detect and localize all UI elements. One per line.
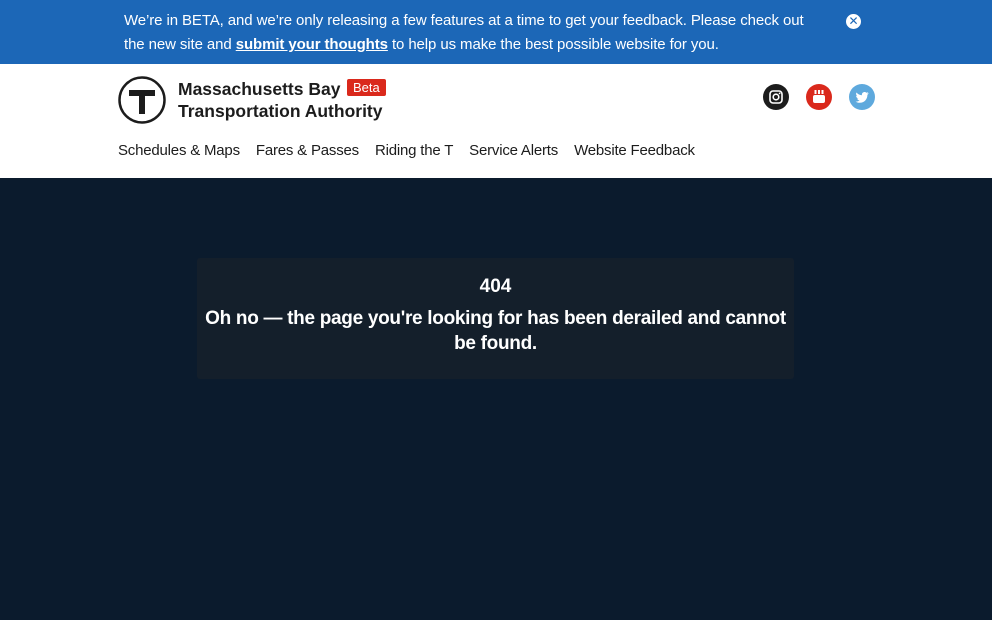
nav-item-service-alerts[interactable]: Service Alerts	[469, 142, 558, 159]
mbta-t-logo-icon	[118, 76, 166, 124]
twitter-icon[interactable]	[849, 84, 875, 110]
youtube-icon[interactable]	[806, 84, 832, 110]
beta-badge: Beta	[347, 79, 386, 96]
nav-item-schedules-maps[interactable]: Schedules & Maps	[118, 142, 240, 159]
site-header: Massachusetts Bay Transportation Authori…	[0, 64, 992, 178]
main-nav: Schedules & Maps Fares & Passes Riding t…	[118, 142, 695, 159]
nav-item-fares-passes[interactable]: Fares & Passes	[256, 142, 359, 159]
beta-banner-text: We’re in BETA, and we’re only releasing …	[124, 9, 804, 57]
home-logo-link[interactable]: Massachusetts Bay Transportation Authori…	[118, 76, 408, 126]
error-card: 404 Oh no — the page you're looking for …	[197, 258, 794, 379]
nav-item-riding-the-t[interactable]: Riding the T	[375, 142, 453, 159]
nav-item-website-feedback[interactable]: Website Feedback	[574, 142, 695, 159]
error-message: Oh no — the page you're looking for has …	[205, 308, 786, 354]
submit-feedback-link[interactable]: submit your thoughts	[236, 36, 388, 53]
instagram-icon[interactable]	[763, 84, 789, 110]
org-name-line2: Transportation Authority	[178, 101, 383, 121]
beta-banner: We’re in BETA, and we’re only releasing …	[0, 0, 992, 64]
banner-text-after: to help us make the best possible websit…	[387, 36, 719, 53]
error-code: 404	[479, 276, 512, 297]
close-icon[interactable]: ✕	[846, 14, 861, 29]
